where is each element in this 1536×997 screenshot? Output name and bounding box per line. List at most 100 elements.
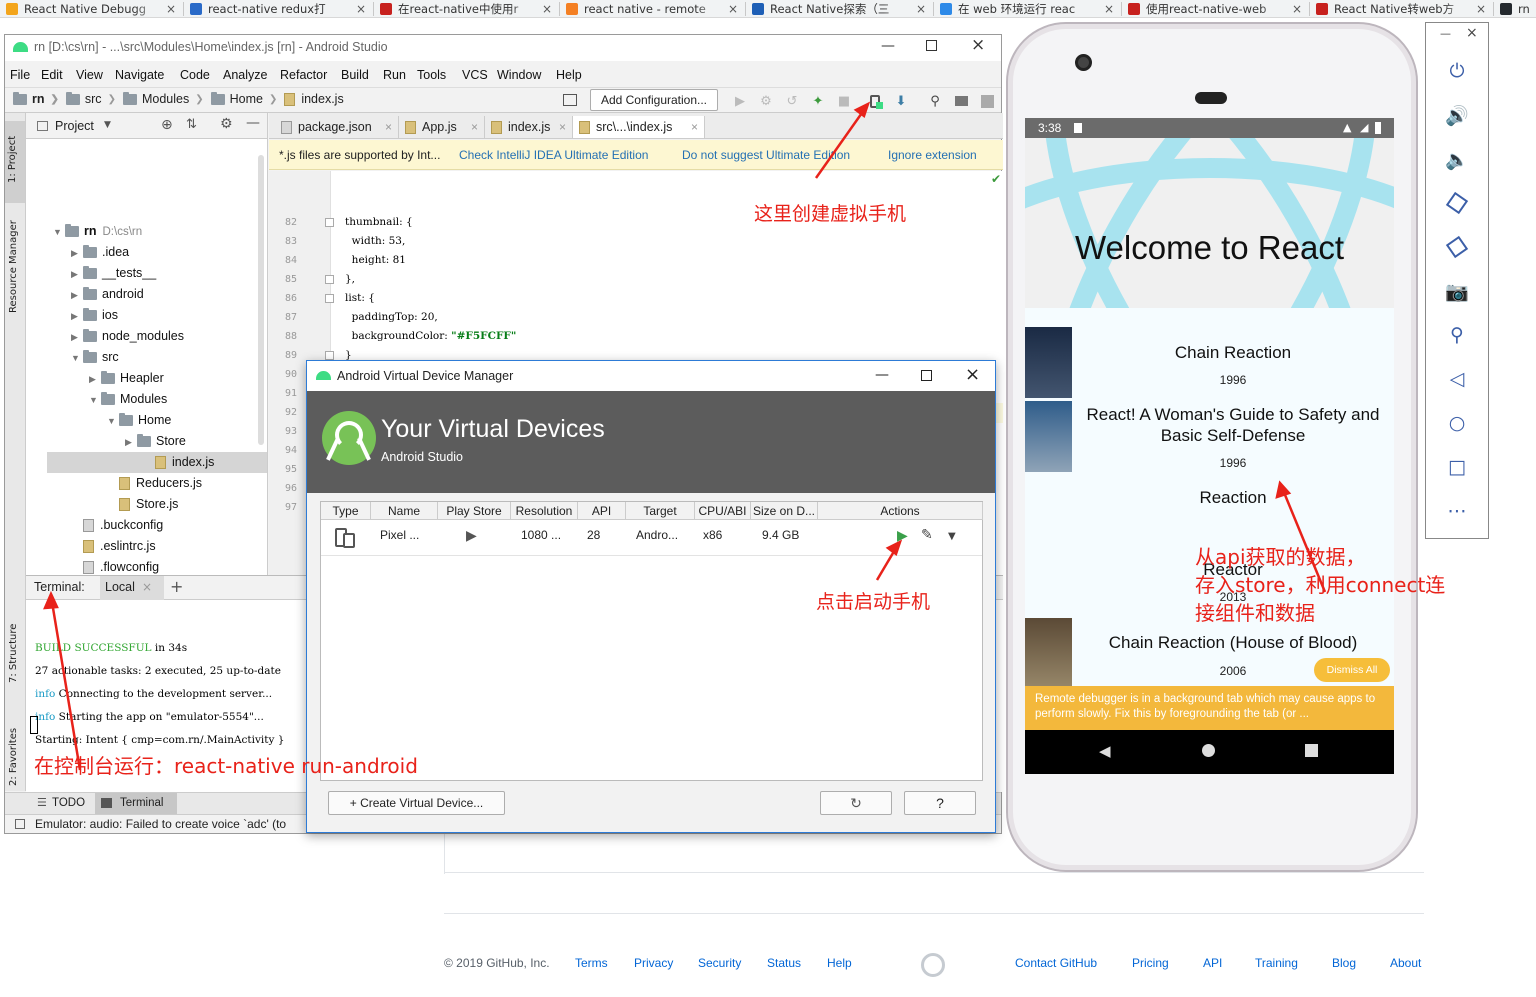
attach-debugger-icon[interactable]: ✦ (810, 93, 826, 109)
run-icon[interactable]: ▶ (732, 93, 748, 109)
breadcrumb-item[interactable]: Modules ❯ (122, 91, 204, 106)
close-tab-icon[interactable]: × (142, 580, 152, 594)
do-not-suggest-link[interactable]: Do not suggest Ultimate Edition (682, 148, 850, 162)
browser-tab[interactable]: react-native redux打 × (190, 0, 366, 18)
close-button[interactable]: × (971, 35, 985, 55)
column-header[interactable]: Target (626, 502, 695, 520)
rotate-right-icon[interactable] (1426, 232, 1488, 262)
ignore-extension-link[interactable]: Ignore extension (888, 148, 977, 162)
footer-link[interactable]: Contact GitHub (1015, 956, 1097, 970)
check-ultimate-link[interactable]: Check IntelliJ IDEA Ultimate Edition (459, 148, 648, 162)
more-icon[interactable]: ⋯ (1426, 496, 1488, 526)
project-view-selector[interactable]: Project (55, 119, 94, 133)
browser-tab[interactable]: 在 web 环境运行 reac × (940, 0, 1114, 18)
home-icon[interactable]: ○ (1426, 408, 1488, 438)
project-tree-item[interactable]: ▶ .idea (47, 242, 267, 263)
close-tab-icon[interactable]: × (559, 120, 566, 134)
back-icon[interactable]: ◁ (1426, 364, 1488, 394)
fold-marker-icon[interactable] (325, 218, 334, 227)
home-nav-icon[interactable] (1202, 744, 1215, 757)
locate-icon[interactable]: ⊕ (161, 117, 173, 133)
browser-tab[interactable]: react native - remote × (566, 0, 738, 18)
browser-tab[interactable]: React Native转web方 × (1316, 0, 1486, 18)
close-tab-icon[interactable]: × (385, 120, 392, 134)
project-tree-item[interactable]: ▶ ios (47, 305, 267, 327)
recents-nav-icon[interactable] (1305, 744, 1318, 757)
project-tree-item[interactable]: .buckconfig (47, 515, 267, 536)
close-tab-icon[interactable]: × (542, 2, 552, 16)
hide-panel-icon[interactable]: — (246, 115, 260, 131)
more-actions-chevron-down-icon[interactable]: ▼ (948, 531, 956, 542)
edit-device-pencil-icon[interactable]: ✎ (921, 527, 933, 543)
browser-tab[interactable]: 使用react-native-web × (1128, 0, 1302, 18)
profile-icon[interactable]: ↺ (784, 93, 800, 109)
close-tab-icon[interactable]: × (1292, 2, 1302, 16)
project-tree-item[interactable]: ▼ Home (47, 410, 267, 431)
footer-link[interactable]: Status (767, 956, 801, 970)
column-header[interactable]: Play Store (438, 502, 511, 520)
refresh-button[interactable]: ↻ (820, 791, 892, 815)
editor-tab[interactable]: index.js × (485, 116, 573, 138)
close-tab-icon[interactable]: × (691, 120, 698, 134)
tree-scrollbar[interactable] (258, 155, 264, 445)
close-tab-icon[interactable]: × (166, 2, 176, 16)
rotate-left-icon[interactable] (1426, 188, 1488, 218)
column-header[interactable]: Type (321, 502, 371, 520)
editor-tab[interactable]: package.json × (275, 116, 399, 138)
footer-link[interactable]: Security (698, 956, 741, 970)
menu-item[interactable]: Edit (41, 68, 63, 82)
power-icon[interactable]: ⏻ (1426, 56, 1488, 86)
project-side-tab[interactable]: 1: Project (5, 121, 25, 203)
phone-screen[interactable]: 3:38 ▲ ◢ Welcome to React Chain Reaction… (1025, 118, 1394, 774)
project-tree-item[interactable]: Store.js (47, 494, 267, 515)
chevron-right-icon[interactable]: ▶ (71, 327, 83, 348)
structure-side-tab[interactable]: 7: Structure (8, 624, 19, 683)
layout-icon[interactable] (563, 94, 577, 106)
fold-marker-icon[interactable] (325, 294, 334, 303)
sidebar-minimize-icon[interactable]: — (1440, 27, 1451, 40)
editor-tab[interactable]: src\...\index.js × (573, 116, 705, 138)
close-tab-icon[interactable]: × (1104, 2, 1114, 16)
project-tree-item[interactable]: .eslintrc.js (47, 536, 267, 557)
browser-tab[interactable]: React Native探索（三 × (752, 0, 926, 18)
project-tree-item[interactable]: ▶ node_modules (47, 326, 267, 348)
fold-marker-icon[interactable] (325, 351, 334, 360)
footer-link[interactable]: Training (1255, 956, 1298, 970)
launch-device-play-icon[interactable]: ▶ (897, 528, 908, 544)
chevron-down-icon[interactable]: ▼ (104, 120, 111, 130)
chevron-right-icon[interactable]: ▶ (71, 306, 83, 327)
back-nav-icon[interactable]: ◀ (1099, 742, 1111, 760)
project-tree-item[interactable]: ▼ rn D:\cs\rn (47, 221, 267, 243)
column-header[interactable]: Resolution (511, 502, 578, 520)
project-tree-item[interactable]: .flowconfig (47, 557, 267, 575)
footer-link[interactable]: Terms (575, 956, 608, 970)
footer-link[interactable]: About (1390, 956, 1421, 970)
project-tree-item[interactable]: ▶ Store (47, 431, 267, 452)
footer-link[interactable]: Help (827, 956, 852, 970)
menu-item[interactable]: Refactor (280, 68, 327, 82)
project-structure-icon[interactable] (953, 93, 969, 109)
zoom-icon[interactable]: ⚲ (1426, 320, 1488, 350)
menu-item[interactable]: Code (180, 68, 210, 82)
chevron-down-icon[interactable]: ▼ (53, 222, 65, 243)
browser-tab[interactable]: React Native Debugg × (6, 0, 176, 18)
new-terminal-tab-icon[interactable]: + (170, 577, 183, 596)
minimize-button[interactable]: — (875, 367, 889, 383)
sdk-manager-icon[interactable]: ⬇ (893, 93, 909, 109)
menu-item[interactable]: Help (556, 68, 582, 82)
project-tree-item[interactable]: ▶ android (47, 284, 267, 305)
footer-link[interactable]: Pricing (1132, 956, 1169, 970)
browser-tab[interactable]: 在react-native中使用r × (380, 0, 552, 18)
yellow-box-warning[interactable]: Remote debugger is in a background tab w… (1025, 686, 1394, 730)
breadcrumb-item[interactable]: Home ❯ (210, 91, 277, 106)
chevron-right-icon[interactable]: ▶ (89, 369, 101, 390)
close-tab-icon[interactable]: × (356, 2, 366, 16)
footer-link[interactable]: Privacy (634, 956, 673, 970)
menu-item[interactable]: File (10, 68, 30, 82)
menu-item[interactable]: View (76, 68, 103, 82)
close-tab-icon[interactable]: × (916, 2, 926, 16)
project-tree-item[interactable]: index.js (47, 452, 267, 473)
github-logo-icon[interactable] (921, 953, 945, 977)
camera-icon[interactable]: 📷 (1426, 276, 1488, 306)
settings-gear-icon[interactable]: ⚙ (220, 116, 233, 132)
